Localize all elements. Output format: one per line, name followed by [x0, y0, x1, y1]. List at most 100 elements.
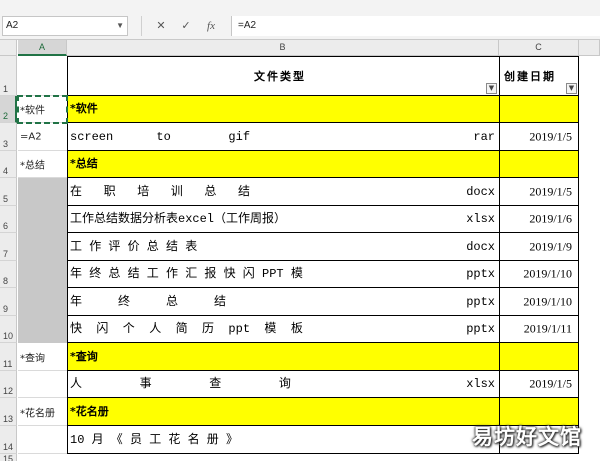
row-header-2[interactable]: 2: [0, 96, 17, 123]
created-date: 2019/1/11: [523, 321, 572, 336]
file-name-text: 10 月 《 员 工 花 名 册 》: [70, 432, 239, 447]
file-name: *花名册: [70, 402, 495, 422]
divider: [141, 16, 142, 36]
file-name-text: 快 闪 个 人 简 历 ppt 模 板: [70, 322, 303, 336]
select-all-corner[interactable]: [0, 40, 17, 56]
worksheet-grid[interactable]: A B C 1 文件类型 ▼ 创建日期 ▼ 2 *软件 *软件 3 =A2 screen to gif ra…: [0, 40, 600, 461]
cell-a5[interactable]: [18, 178, 67, 206]
created-date: 2019/1/5: [529, 184, 572, 198]
cell-c2[interactable]: [499, 96, 579, 123]
confirm-icon[interactable]: ✓: [177, 16, 195, 36]
cell-a8[interactable]: [18, 261, 67, 288]
cell-b7[interactable]: 工 作 评 价 总 结 表 docx: [67, 233, 499, 261]
cell-value: *软件: [20, 105, 45, 117]
cell-a6[interactable]: [18, 206, 67, 233]
cell-a2[interactable]: *软件: [18, 96, 67, 123]
row-number: 11: [3, 359, 13, 369]
row-number: 3: [3, 139, 9, 149]
row-header-6[interactable]: 6: [0, 206, 17, 233]
formula-input[interactable]: =A2: [231, 16, 600, 36]
row-header-13[interactable]: 13: [0, 398, 17, 426]
cell-b9[interactable]: 年 终 总 结 pptx: [67, 288, 499, 316]
cell-b8[interactable]: 年 终 总 结 工 作 汇 报 快 闪 PPT 模 pptx: [67, 261, 499, 288]
cell-a1[interactable]: [18, 56, 67, 96]
header-created-date-label: 创建日期: [504, 70, 556, 83]
file-name-text: *软件: [70, 102, 98, 115]
cell-b12[interactable]: 人 事 查 询 xlsx: [67, 371, 499, 398]
cell-c11[interactable]: [499, 343, 579, 371]
cell-c4[interactable]: [499, 151, 579, 178]
row-header-11[interactable]: 11: [0, 343, 17, 371]
fx-icon[interactable]: fx: [202, 16, 220, 36]
row-header-10[interactable]: 10: [0, 316, 17, 343]
chevron-down-icon[interactable]: ▼: [116, 17, 124, 35]
row-header-1[interactable]: 1: [0, 56, 17, 96]
row-number: 5: [3, 194, 9, 204]
cell-c3[interactable]: 2019/1/5: [499, 123, 579, 151]
row-header-4[interactable]: 4: [0, 151, 17, 178]
file-name-text: screen to gif: [70, 129, 251, 144]
row-number: 13: [3, 414, 14, 424]
cell-c7[interactable]: 2019/1/9: [499, 233, 579, 261]
cell-value: *查询: [20, 353, 45, 364]
file-name-text: 年 终 总 结 工 作 汇 报 快 闪 PPT 模: [70, 267, 303, 281]
file-name-text: *总结: [70, 157, 98, 170]
cell-b11[interactable]: *查询: [67, 343, 499, 371]
row-number: 14: [3, 442, 14, 452]
row-header-3[interactable]: 3: [0, 123, 17, 151]
cell-a10[interactable]: [18, 316, 67, 343]
row-header-9[interactable]: 9: [0, 288, 17, 316]
filter-dropdown-icon[interactable]: ▼: [486, 83, 497, 94]
header-cell-file-type[interactable]: 文件类型 ▼: [67, 56, 499, 96]
header-cell-created-date[interactable]: 创建日期 ▼: [499, 56, 579, 96]
file-name-text: 工 作 评 价 总 结 表: [70, 239, 198, 254]
cell-a3[interactable]: =A2: [18, 123, 67, 151]
column-header-b[interactable]: B: [67, 40, 499, 56]
cell-b10[interactable]: 快 闪 个 人 简 历 ppt 模 板 pptx: [67, 316, 499, 343]
column-header-a[interactable]: A: [18, 40, 67, 56]
row-header-7[interactable]: 7: [0, 233, 17, 261]
row-number: 1: [3, 84, 9, 94]
name-box[interactable]: A2 ▼: [2, 16, 128, 36]
row-header-8[interactable]: 8: [0, 261, 17, 288]
row-header-5[interactable]: 5: [0, 178, 17, 206]
file-name: *查询: [70, 347, 495, 367]
cell-a7[interactable]: [18, 233, 67, 261]
row-number: 10: [3, 331, 14, 341]
cell-b3[interactable]: screen to gif rar: [67, 123, 499, 151]
cell-b13[interactable]: *花名册: [67, 398, 499, 426]
row-header-12[interactable]: 12: [0, 371, 17, 398]
file-extension: pptx: [466, 322, 495, 336]
cell-c5[interactable]: 2019/1/5: [499, 178, 579, 206]
watermark: 易坊好文馆: [472, 425, 582, 449]
row-header-14[interactable]: 14: [0, 426, 17, 454]
cell-c9[interactable]: 2019/1/10: [499, 288, 579, 316]
cell-b2[interactable]: *软件: [67, 96, 499, 123]
file-name: 年 终 总 结 pptx: [70, 292, 495, 312]
file-name-text: 年 终 总 结: [70, 294, 227, 309]
cancel-icon[interactable]: ✕: [152, 16, 170, 36]
cell-b5[interactable]: 在 职 培 训 总 结 docx: [67, 178, 499, 206]
column-header-c[interactable]: C: [499, 40, 579, 56]
cell-c12[interactable]: 2019/1/5: [499, 371, 579, 398]
cell-a9[interactable]: [18, 288, 67, 316]
cell-c8[interactable]: 2019/1/10: [499, 261, 579, 288]
cell-a11[interactable]: *查询: [18, 343, 67, 371]
cell-a12[interactable]: [18, 371, 67, 398]
file-extension: xlsx: [466, 377, 495, 391]
cell-a4[interactable]: *总结: [18, 151, 67, 178]
cell-c6[interactable]: 2019/1/6: [499, 206, 579, 233]
row-number: 15: [3, 454, 14, 461]
cell-value: *总结: [20, 160, 45, 172]
cell-b6[interactable]: 工作总结数据分析表excel（工作周报） xlsx: [67, 206, 499, 233]
row-header-15[interactable]: 15: [0, 454, 17, 461]
cell-b4[interactable]: *总结: [67, 151, 499, 178]
file-name: 年 终 总 结 工 作 汇 报 快 闪 PPT 模 pptx: [70, 264, 495, 284]
cell-b14[interactable]: 10 月 《 员 工 花 名 册 》: [67, 426, 499, 454]
filter-dropdown-icon[interactable]: ▼: [566, 83, 577, 94]
cell-a14[interactable]: [18, 426, 67, 454]
cell-c10[interactable]: 2019/1/11: [499, 316, 579, 343]
cell-a13[interactable]: *花名册: [18, 398, 67, 426]
file-name-text: 工作总结数据分析表excel（工作周报）: [70, 212, 287, 226]
file-name: *总结: [70, 154, 495, 174]
